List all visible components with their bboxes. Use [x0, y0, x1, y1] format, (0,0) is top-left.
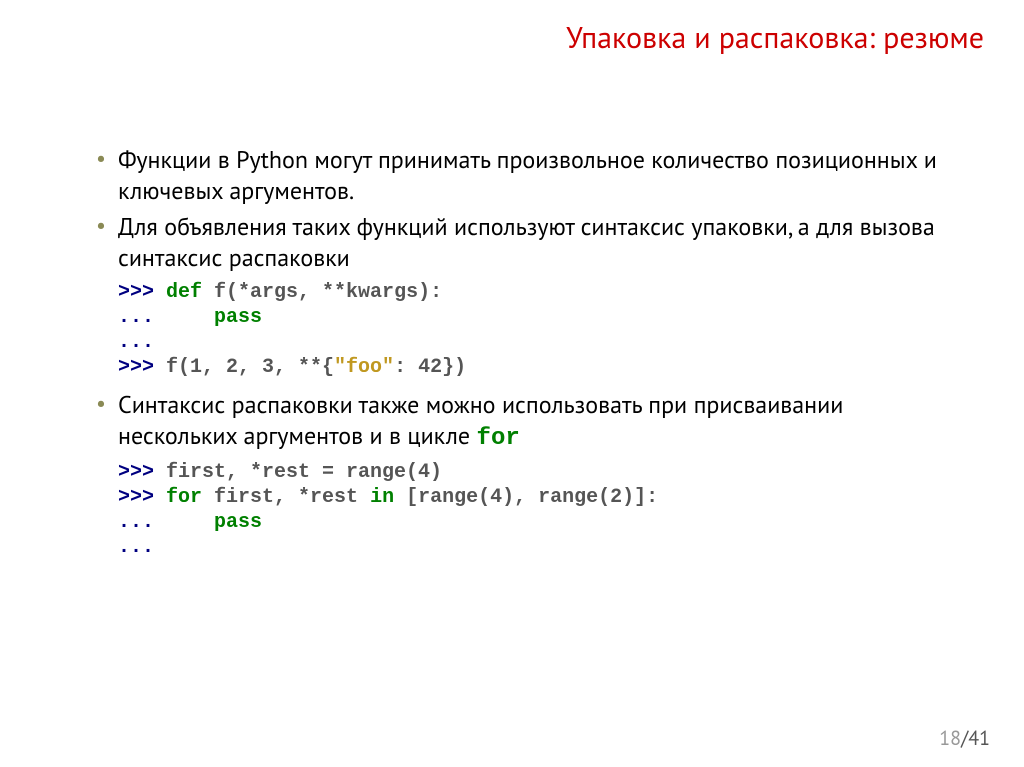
slide: Упаковка и распаковка: резюме Функции в …: [0, 0, 1024, 767]
code1-line1-def: def: [166, 281, 202, 304]
code2-line2-mid: first, *rest: [202, 486, 370, 509]
code-block-2: >>> first, *rest = range(4) >>> for firs…: [118, 460, 964, 560]
slide-title: Упаковка и распаковка: резюме: [566, 18, 984, 57]
code1-line1-prompt: >>>: [118, 281, 166, 304]
bullet-1-text: Функции в Python могут принимать произво…: [118, 144, 937, 206]
code1-line2-prompt: ...: [118, 306, 166, 329]
code2-line2-for: for: [166, 486, 202, 509]
code2-line2-prompt: >>>: [118, 486, 166, 509]
code1-line1-rest: f(*args, **kwargs):: [202, 281, 442, 304]
code-block-1: >>> def f(*args, **kwargs): ... pass ...…: [118, 280, 964, 380]
code1-line4-b: : 42}): [394, 356, 466, 379]
code2-line3-indent: [166, 511, 214, 534]
bullet-3: Синтаксис распаковки также можно использ…: [96, 390, 964, 454]
slide-content: Функции в Python могут принимать произво…: [96, 145, 964, 570]
code2-line3-prompt: ...: [118, 511, 166, 534]
code1-line4-a: f(1, 2, 3, **{: [166, 356, 334, 379]
code1-line4-str: "foo": [334, 356, 394, 379]
bullet-3-inline-code: for: [477, 425, 520, 452]
bullet-1: Функции в Python могут принимать произво…: [96, 145, 964, 206]
code2-line3-pass: pass: [214, 511, 262, 534]
page-total: 41: [968, 725, 990, 751]
code2-line2-in: in: [370, 486, 394, 509]
page-number: 18/41: [939, 725, 990, 751]
code1-line2-pass: pass: [214, 306, 262, 329]
bullet-2: Для объявления таких функций используют …: [96, 212, 964, 273]
bullet-2-text: Для объявления таких функций используют …: [118, 211, 935, 273]
code1-line4-prompt: >>>: [118, 356, 166, 379]
code1-line3-prompt: ...: [118, 331, 154, 354]
code2-line1-rest: first, *rest = range(4): [166, 461, 442, 484]
code2-line4-prompt: ...: [118, 536, 154, 559]
code1-line2-indent: [166, 306, 214, 329]
code2-line1-prompt: >>>: [118, 461, 166, 484]
page-current: 18: [939, 725, 961, 751]
code2-line2-rest: [range(4), range(2)]:: [394, 486, 658, 509]
